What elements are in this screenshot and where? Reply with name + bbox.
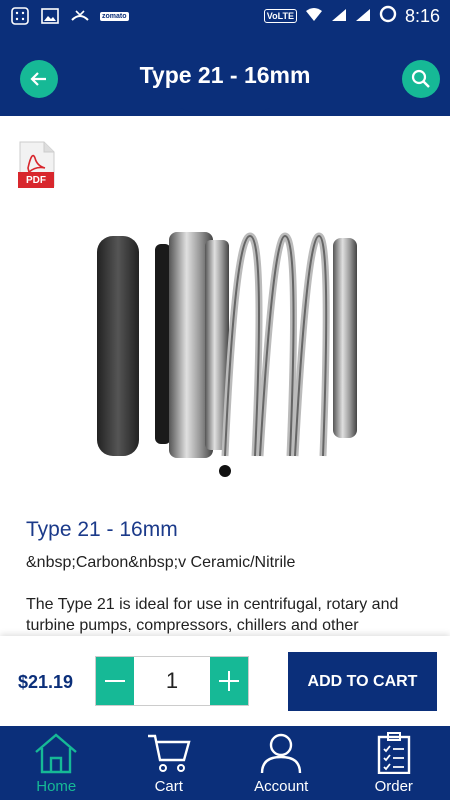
plus-icon (219, 671, 239, 691)
product-image[interactable] (85, 226, 375, 476)
battery-icon (379, 5, 397, 28)
nav-label-order: Order (374, 778, 413, 795)
increase-quantity-button[interactable] (210, 657, 248, 705)
signal-2-icon (355, 6, 371, 27)
nav-item-account[interactable]: Account (225, 726, 338, 800)
nav-item-cart[interactable]: Cart (113, 726, 226, 800)
volte-indicator: VoLTE (263, 9, 297, 23)
product-content: PDF Type 21 - 16mm &nbsp;Carbon&nbsp;v C… (0, 116, 450, 636)
bottom-navigation: Home Cart Account Order (0, 726, 450, 800)
nav-item-order[interactable]: Order (338, 726, 450, 800)
nav-label-cart: Cart (154, 778, 183, 795)
clipboard-icon (377, 732, 410, 774)
pdf-label: PDF (18, 172, 54, 188)
gallery-icon (40, 7, 60, 25)
nav-label-account: Account (254, 778, 309, 795)
back-button[interactable] (20, 60, 58, 98)
quantity-input[interactable] (134, 657, 210, 705)
clock-time: 8:16 (404, 5, 440, 26)
purchase-bar: $21.19 ADD TO CART (0, 636, 450, 726)
nav-label-home: Home (36, 778, 77, 795)
missed-call-icon (70, 7, 90, 25)
product-description: The Type 21 is ideal for use in centrifu… (26, 596, 399, 634)
add-to-cart-button[interactable]: ADD TO CART (288, 652, 437, 711)
status-bar: zomato VoLTE 8:16 (0, 0, 450, 32)
quantity-stepper (95, 656, 249, 706)
decrease-quantity-button[interactable] (96, 657, 134, 705)
product-price: $21.19 (18, 672, 74, 692)
signal-icon (331, 6, 347, 27)
product-spec: &nbsp;Carbon&nbsp;v Ceramic/Nitrile (26, 554, 296, 571)
nav-item-home[interactable]: Home (0, 726, 113, 800)
minus-icon (105, 680, 125, 682)
search-icon (411, 69, 430, 88)
cart-icon (147, 734, 191, 772)
home-icon (35, 733, 78, 774)
page-title: Type 21 - 16mm (139, 62, 311, 88)
product-name: Type 21 - 16mm (26, 518, 178, 541)
arrow-left-icon (30, 72, 46, 86)
zomato-notification-icon: zomato (100, 11, 129, 21)
search-button[interactable] (402, 60, 440, 98)
carousel-indicator[interactable] (219, 465, 231, 477)
user-icon (261, 733, 302, 774)
calculator-icon (10, 7, 30, 25)
wifi-icon (305, 6, 323, 27)
pdf-download-button[interactable]: PDF (18, 140, 56, 188)
